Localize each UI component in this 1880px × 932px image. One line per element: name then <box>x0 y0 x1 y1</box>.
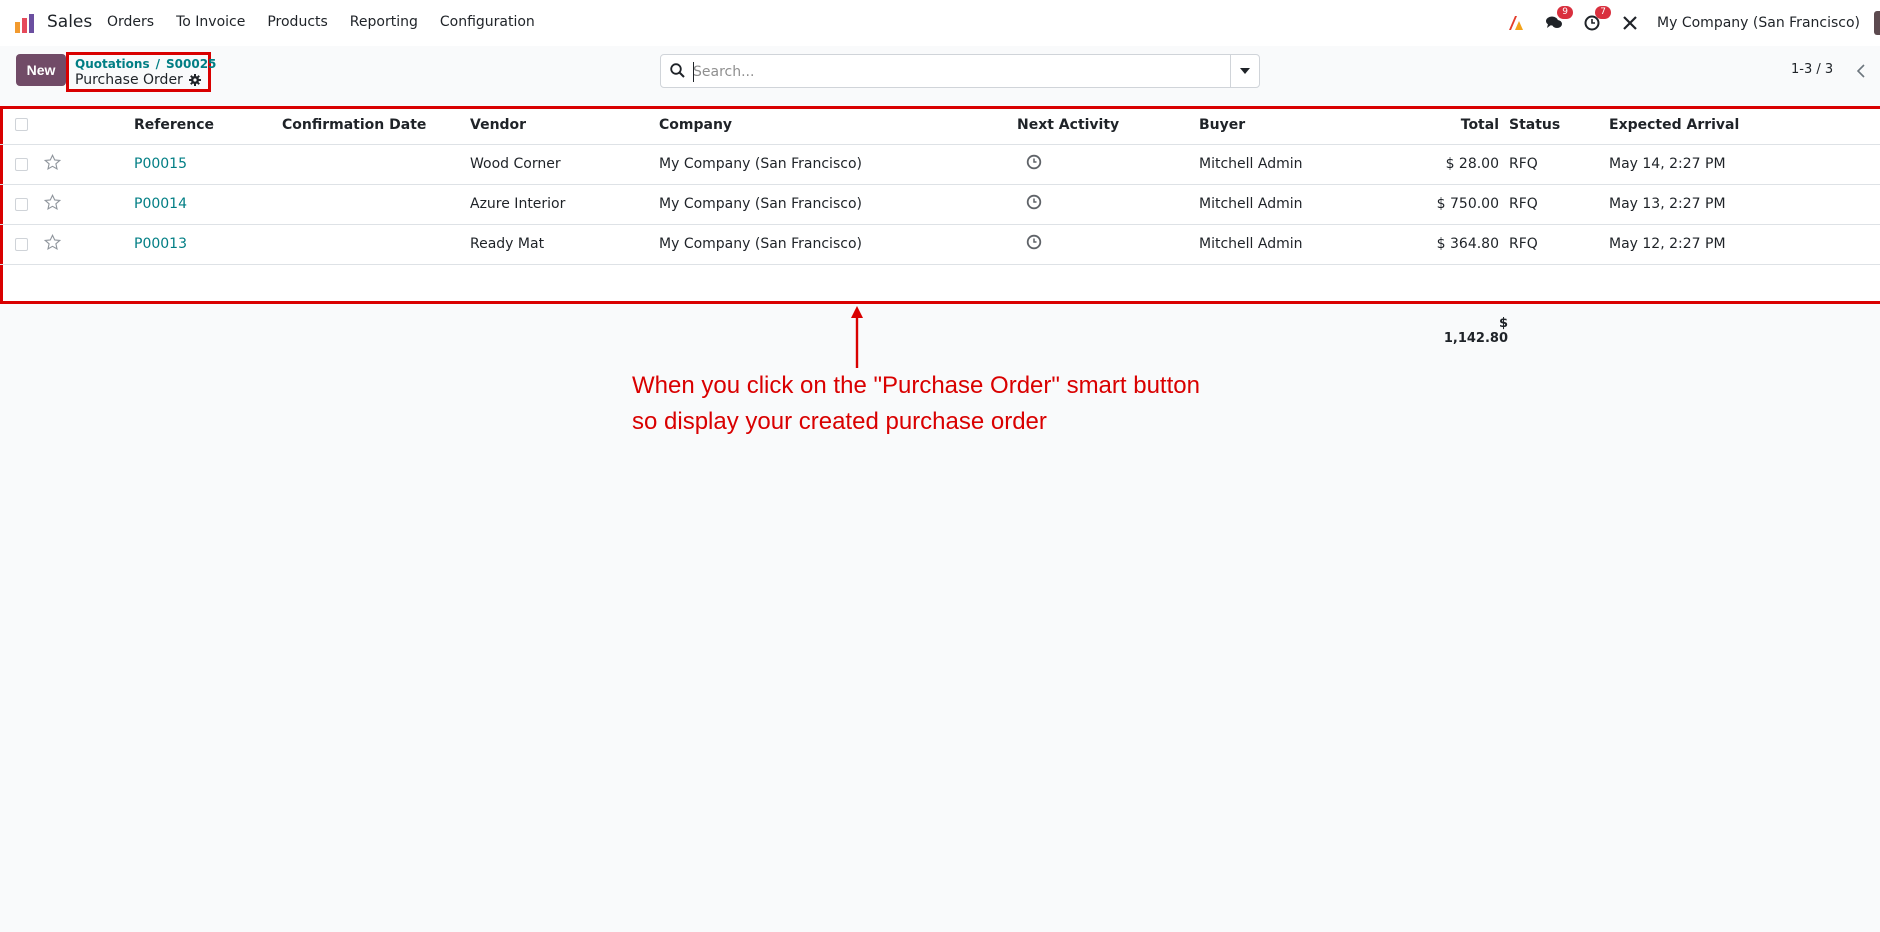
cell-vendor: Ready Mat <box>470 224 659 265</box>
cell-company: My Company (San Francisco) <box>659 144 1017 185</box>
debug-tools-icon[interactable] <box>1619 12 1641 34</box>
cell-reference[interactable]: P00014 <box>134 184 282 225</box>
systray: 9 7 My Company (San Francisco) <box>1505 0 1880 46</box>
pager-previous-button[interactable] <box>1846 58 1876 84</box>
table-row[interactable]: P00013 Ready Mat My Company (San Francis… <box>0 224 1880 265</box>
cell-total: $ 364.80 <box>1359 224 1509 265</box>
menu-reporting[interactable]: Reporting <box>350 14 418 30</box>
column-total[interactable]: Total <box>1359 106 1509 145</box>
cell-buyer: Mitchell Admin <box>1199 184 1359 225</box>
activity-clock-icon[interactable] <box>1026 234 1042 250</box>
search-icon <box>670 63 685 78</box>
breadcrumb: Quotations / S00025 Purchase Order <box>66 52 216 92</box>
pager-value[interactable]: 1-3 / 3 <box>1791 62 1833 77</box>
control-panel: New Quotations / S00025 Purchase Order 1… <box>0 46 1880 94</box>
column-next-activity[interactable]: Next Activity <box>1017 106 1199 145</box>
cell-confirmation-date <box>282 224 470 265</box>
page-title: Purchase Order <box>75 72 183 88</box>
cell-reference[interactable]: P00015 <box>134 144 282 185</box>
cell-expected-arrival: May 13, 2:27 PM <box>1609 184 1880 225</box>
table-row[interactable]: P00014 Azure Interior My Company (San Fr… <box>0 184 1880 225</box>
purchase-order-list: Reference Confirmation Date Vendor Compa… <box>0 106 1880 304</box>
menu-products[interactable]: Products <box>267 14 327 30</box>
column-buyer[interactable]: Buyer <box>1199 106 1359 145</box>
chevron-left-icon <box>1857 64 1865 78</box>
star-icon[interactable] <box>44 153 62 171</box>
messages-count-badge: 9 <box>1557 6 1574 19</box>
cell-buyer: Mitchell Admin <box>1199 224 1359 265</box>
main-menu: Orders To Invoice Products Reporting Con… <box>107 14 557 30</box>
accessibility-icon[interactable] <box>1505 12 1527 34</box>
gear-icon[interactable] <box>188 74 201 86</box>
sales-app-icon[interactable] <box>14 12 36 34</box>
menu-configuration[interactable]: Configuration <box>440 14 535 30</box>
annotation-arrow-icon <box>851 306 863 368</box>
search-options-toggle[interactable] <box>1230 55 1259 87</box>
cell-status: RFQ <box>1509 184 1609 225</box>
user-avatar[interactable] <box>1874 11 1880 35</box>
table-row[interactable]: P00015 Wood Corner My Company (San Franc… <box>0 144 1880 185</box>
text-cursor <box>693 62 694 82</box>
list-table: Reference Confirmation Date Vendor Compa… <box>0 106 1880 265</box>
cell-confirmation-date <box>282 184 470 225</box>
row-checkbox[interactable] <box>15 197 28 211</box>
column-confirmation-date[interactable]: Confirmation Date <box>282 106 470 145</box>
company-switcher[interactable]: My Company (San Francisco) <box>1657 15 1860 31</box>
cell-vendor: Wood Corner <box>470 144 659 185</box>
menu-to-invoice[interactable]: To Invoice <box>176 14 245 30</box>
star-icon[interactable] <box>44 233 62 251</box>
column-status[interactable]: Status <box>1509 106 1609 145</box>
column-company[interactable]: Company <box>659 106 1017 145</box>
total-sum: $ 1,142.80 <box>1443 316 1508 346</box>
row-checkbox[interactable] <box>15 237 28 251</box>
breadcrumb-record[interactable]: S00025 <box>166 57 216 71</box>
messages-icon[interactable]: 9 <box>1543 6 1574 34</box>
cell-expected-arrival: May 14, 2:27 PM <box>1609 144 1880 185</box>
row-checkbox[interactable] <box>15 157 28 171</box>
cell-status: RFQ <box>1509 224 1609 265</box>
activity-clock-icon[interactable] <box>1026 194 1042 210</box>
app-name[interactable]: Sales <box>47 12 92 32</box>
table-header-row: Reference Confirmation Date Vendor Compa… <box>0 106 1880 145</box>
cell-confirmation-date <box>282 144 470 185</box>
cell-company: My Company (San Francisco) <box>659 184 1017 225</box>
cell-total: $ 750.00 <box>1359 184 1509 225</box>
activities-clock-icon[interactable]: 7 <box>1581 6 1612 34</box>
select-all-checkbox[interactable] <box>15 118 28 132</box>
breadcrumb-separator: / <box>155 57 160 71</box>
cell-reference[interactable]: P00013 <box>134 224 282 265</box>
search-input[interactable] <box>693 62 1253 82</box>
menu-orders[interactable]: Orders <box>107 14 154 30</box>
activity-clock-icon[interactable] <box>1026 154 1042 170</box>
search-bar <box>660 54 1260 88</box>
annotation-line-1: When you click on the "Purchase Order" s… <box>632 372 1200 399</box>
new-button[interactable]: New <box>16 54 66 86</box>
caret-down-icon <box>1240 68 1250 74</box>
star-icon[interactable] <box>44 193 62 211</box>
annotation-text: When you click on the "Purchase Order" s… <box>632 368 1200 440</box>
cell-total: $ 28.00 <box>1359 144 1509 185</box>
activities-count-badge: 7 <box>1595 6 1612 19</box>
cell-company: My Company (San Francisco) <box>659 224 1017 265</box>
cell-status: RFQ <box>1509 144 1609 185</box>
top-navbar: Sales Orders To Invoice Products Reporti… <box>0 0 1880 46</box>
cell-vendor: Azure Interior <box>470 184 659 225</box>
cell-expected-arrival: May 12, 2:27 PM <box>1609 224 1880 265</box>
cell-buyer: Mitchell Admin <box>1199 144 1359 185</box>
annotation-line-2: so display your created purchase order <box>632 408 1047 435</box>
column-vendor[interactable]: Vendor <box>470 106 659 145</box>
column-reference[interactable]: Reference <box>134 106 282 145</box>
breadcrumb-quotations[interactable]: Quotations <box>75 57 150 71</box>
column-expected-arrival[interactable]: Expected Arrival <box>1609 106 1880 145</box>
